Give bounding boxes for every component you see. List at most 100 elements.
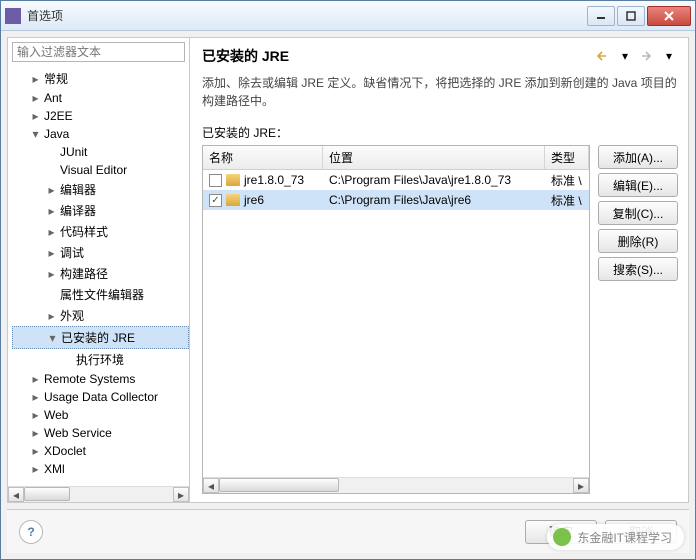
scroll-right-icon[interactable]: ▸ bbox=[573, 478, 589, 493]
col-location[interactable]: 位置 bbox=[323, 146, 545, 169]
tree-item[interactable]: ▸编译器 bbox=[12, 200, 189, 221]
expand-icon[interactable]: ▸ bbox=[46, 184, 57, 195]
nav-menu-icon[interactable]: ▾ bbox=[660, 48, 678, 64]
jre-type: 标准 \ bbox=[545, 192, 589, 209]
tree-item[interactable]: ▸Web bbox=[12, 406, 189, 424]
expand-icon[interactable]: ▸ bbox=[46, 226, 57, 237]
tree-item[interactable]: ▸Usage Data Collector bbox=[12, 388, 189, 406]
expand-icon[interactable]: ▸ bbox=[46, 268, 57, 279]
leaf-icon bbox=[46, 289, 57, 300]
tree-item-label: Web bbox=[44, 408, 68, 422]
wechat-icon bbox=[553, 528, 571, 546]
tree-item[interactable]: ▾已安装的 JRE bbox=[12, 326, 189, 349]
close-button[interactable] bbox=[647, 6, 691, 26]
tree-item[interactable]: ▸Web Service bbox=[12, 424, 189, 442]
tree-item[interactable]: ▸编辑器 bbox=[12, 179, 189, 200]
search-button[interactable]: 搜索(S)... bbox=[598, 257, 678, 281]
expand-icon[interactable]: ▸ bbox=[30, 446, 41, 457]
jre-type: 标准 \ bbox=[545, 172, 589, 189]
tree-item[interactable]: ▸外观 bbox=[12, 305, 189, 326]
tree-item[interactable]: ▸Remote Systems bbox=[12, 370, 189, 388]
minimize-button[interactable] bbox=[587, 6, 615, 26]
watermark: 东金融IT课程学习 bbox=[547, 524, 684, 550]
tree-item-label: Usage Data Collector bbox=[44, 390, 158, 404]
expand-icon[interactable]: ▸ bbox=[30, 464, 41, 475]
tree-item[interactable]: ▾Java bbox=[12, 125, 189, 143]
tree-item-label: Java bbox=[44, 127, 69, 141]
list-label: 已安装的 JRE： bbox=[202, 124, 678, 141]
col-type[interactable]: 类型 bbox=[545, 146, 589, 169]
expand-icon[interactable]: ▸ bbox=[46, 205, 57, 216]
tree-item-label: Remote Systems bbox=[44, 372, 135, 386]
tree-horizontal-scrollbar[interactable]: ◂ ▸ bbox=[8, 486, 189, 502]
expand-icon[interactable]: ▸ bbox=[30, 73, 41, 84]
tree-item[interactable]: ▸Ant bbox=[12, 89, 189, 107]
expand-icon[interactable]: ▸ bbox=[30, 374, 41, 385]
tree-item[interactable]: ▸J2EE bbox=[12, 107, 189, 125]
nav-back-icon[interactable] bbox=[594, 48, 612, 64]
scroll-right-icon[interactable]: ▸ bbox=[173, 487, 189, 502]
window-title: 首选项 bbox=[27, 7, 587, 24]
scroll-left-icon[interactable]: ◂ bbox=[8, 487, 24, 502]
tree-item[interactable]: ▸常规 bbox=[12, 68, 189, 89]
jre-location: C:\Program Files\Java\jre6 bbox=[323, 193, 545, 207]
tree-item-label: JUnit bbox=[60, 145, 87, 159]
preferences-tree[interactable]: ▸常规▸Ant▸J2EE▾JavaJUnitVisual Editor▸编辑器▸… bbox=[8, 66, 189, 486]
maximize-button[interactable] bbox=[617, 6, 645, 26]
collapse-icon[interactable]: ▾ bbox=[47, 332, 58, 343]
add-button[interactable]: 添加(A)... bbox=[598, 145, 678, 169]
copy-button[interactable]: 复制(C)... bbox=[598, 201, 678, 225]
jre-table: 名称 位置 类型 jre1.8.0_73 C:\Program Files\Jav… bbox=[202, 145, 590, 494]
help-button[interactable]: ? bbox=[19, 520, 43, 544]
tree-item-label: 编辑器 bbox=[60, 181, 96, 198]
tree-item[interactable]: 执行环境 bbox=[12, 349, 189, 370]
tree-item[interactable]: ▸XMl bbox=[12, 460, 189, 478]
tree-item-label: 调试 bbox=[60, 244, 84, 261]
expand-icon[interactable]: ▸ bbox=[30, 410, 41, 421]
expand-icon[interactable]: ▸ bbox=[46, 247, 57, 258]
tree-item[interactable]: ▸构建路径 bbox=[12, 263, 189, 284]
nav-dropdown-icon[interactable]: ▾ bbox=[616, 48, 634, 64]
expand-icon[interactable]: ▸ bbox=[30, 392, 41, 403]
tree-item[interactable]: ▸调试 bbox=[12, 242, 189, 263]
tree-item[interactable]: ▸代码样式 bbox=[12, 221, 189, 242]
checkbox[interactable] bbox=[209, 174, 222, 187]
scroll-thumb[interactable] bbox=[24, 487, 70, 501]
leaf-icon bbox=[46, 147, 57, 158]
expand-icon[interactable]: ▸ bbox=[30, 111, 41, 122]
jre-location: C:\Program Files\Java\jre1.8.0_73 bbox=[323, 173, 545, 187]
checkbox[interactable]: ✓ bbox=[209, 194, 222, 207]
tree-item-label: 属性文件编辑器 bbox=[60, 286, 144, 303]
tree-item[interactable]: ▸XDoclet bbox=[12, 442, 189, 460]
edit-button[interactable]: 编辑(E)... bbox=[598, 173, 678, 197]
tree-item[interactable]: JUnit bbox=[12, 143, 189, 161]
scroll-thumb[interactable] bbox=[219, 478, 339, 492]
page-description: 添加、除去或编辑 JRE 定义。缺省情况下，将把选择的 JRE 添加到新创建的 … bbox=[202, 74, 678, 110]
scroll-left-icon[interactable]: ◂ bbox=[203, 478, 219, 493]
filter-input[interactable] bbox=[12, 42, 185, 62]
leaf-icon bbox=[62, 354, 73, 365]
table-horizontal-scrollbar[interactable]: ◂ ▸ bbox=[203, 477, 589, 493]
tree-item-label: XMl bbox=[44, 462, 65, 476]
jre-icon bbox=[226, 194, 240, 206]
col-name[interactable]: 名称 bbox=[203, 146, 323, 169]
tree-item-label: 编译器 bbox=[60, 202, 96, 219]
table-row[interactable]: jre1.8.0_73 C:\Program Files\Java\jre1.8.… bbox=[203, 170, 589, 190]
tree-item-label: J2EE bbox=[44, 109, 73, 123]
collapse-icon[interactable]: ▾ bbox=[30, 129, 41, 140]
expand-icon[interactable]: ▸ bbox=[46, 310, 57, 321]
jre-name: jre1.8.0_73 bbox=[244, 173, 304, 187]
expand-icon[interactable]: ▸ bbox=[30, 93, 41, 104]
tree-item-label: 代码样式 bbox=[60, 223, 108, 240]
tree-item[interactable]: 属性文件编辑器 bbox=[12, 284, 189, 305]
expand-icon[interactable]: ▸ bbox=[30, 428, 41, 439]
jre-name: jre6 bbox=[244, 193, 264, 207]
tree-item-label: 执行环境 bbox=[76, 351, 124, 368]
tree-item[interactable]: Visual Editor bbox=[12, 161, 189, 179]
table-header: 名称 位置 类型 bbox=[203, 146, 589, 170]
tree-item-label: 常规 bbox=[44, 70, 68, 87]
tree-item-label: Visual Editor bbox=[60, 163, 127, 177]
remove-button[interactable]: 删除(R) bbox=[598, 229, 678, 253]
nav-forward-icon[interactable] bbox=[638, 48, 656, 64]
table-row[interactable]: ✓ jre6 C:\Program Files\Java\jre6标准 \ bbox=[203, 190, 589, 210]
